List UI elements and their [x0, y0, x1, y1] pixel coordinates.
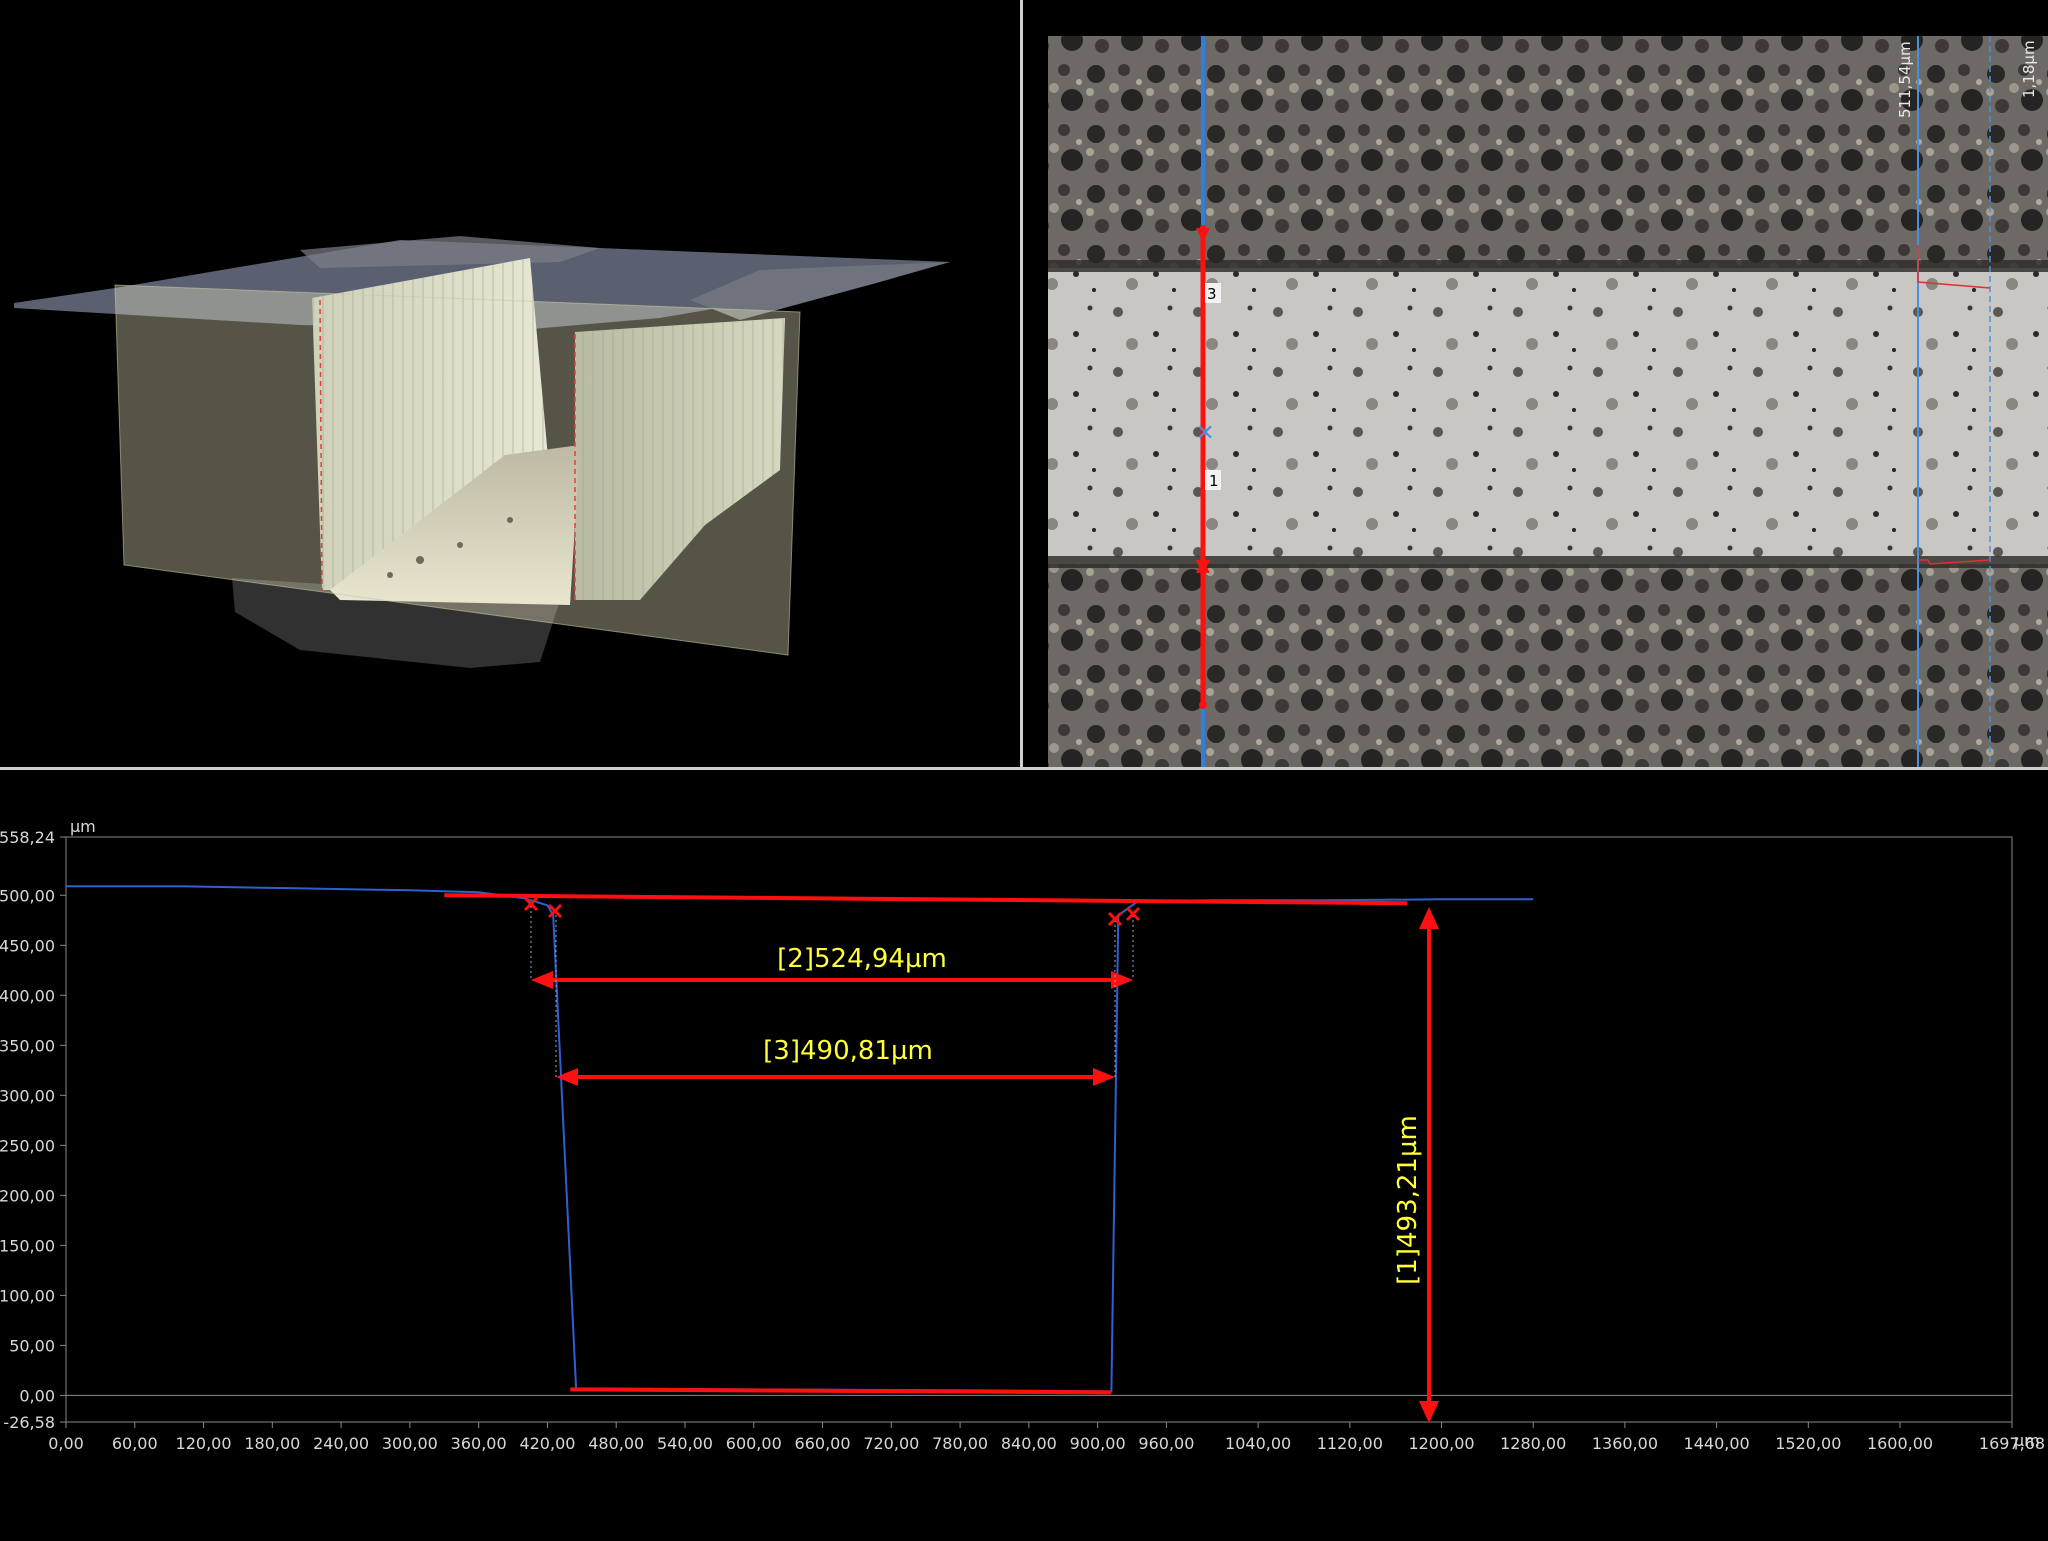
- measurement-2-arrow-right: [1111, 971, 1133, 989]
- measurement-annotations: [444, 893, 1439, 1423]
- side-label-1: 511,54µm: [1896, 41, 1914, 118]
- measurement-3-label: [3]490,81µm: [763, 1036, 933, 1066]
- x-tick-label: 720,00: [863, 1434, 919, 1453]
- x-tick-label: 1200,00: [1408, 1434, 1474, 1453]
- x-tick-label: 1360,00: [1592, 1434, 1658, 1453]
- top-reference-line: [444, 893, 1408, 906]
- measurement-1-label: [1]493,21µm: [1393, 1115, 1423, 1285]
- measurement-2-arrow-left: [531, 971, 553, 989]
- x-tick-label: 120,00: [176, 1434, 232, 1453]
- x-tick-label: 1600,00: [1867, 1434, 1933, 1453]
- y-tick-label: 100,00: [0, 1286, 55, 1305]
- y-tick-label: 200,00: [0, 1186, 55, 1205]
- x-tick-label: 360,00: [451, 1434, 507, 1453]
- x-tick-label: 1040,00: [1225, 1434, 1291, 1453]
- y-tick-label: 500,00: [0, 886, 55, 905]
- y-tick-label: 150,00: [0, 1236, 55, 1255]
- x-tick-label: 300,00: [382, 1434, 438, 1453]
- x-tick-label: 840,00: [1001, 1434, 1057, 1453]
- svg-text:1: 1: [1209, 472, 1219, 490]
- x-tick-label: 780,00: [932, 1434, 988, 1453]
- side-label-2: 1,18µm: [2020, 40, 2038, 98]
- 3d-surface-view[interactable]: [0, 0, 1020, 768]
- micrograph-view[interactable]: ✕ 3 1 511,54µm 1,18µm: [1024, 0, 2048, 768]
- x-tick-label: 1520,00: [1775, 1434, 1841, 1453]
- measurement-2-label: [2]524,94µm: [777, 944, 947, 974]
- x-tick-label: 1697,68: [1979, 1434, 2045, 1453]
- plot-frame: [65, 836, 2013, 1423]
- y-tick-label: 558,24: [0, 828, 55, 847]
- y-tick-label: 450,00: [0, 936, 55, 955]
- measurement-3-arrow-left: [556, 1068, 578, 1086]
- y-tick-label: 300,00: [0, 1086, 55, 1105]
- x-tick-label: 480,00: [588, 1434, 644, 1453]
- x-tick-label: 0,00: [48, 1434, 84, 1453]
- profile-chart-panel[interactable]: µm µm 558,24 500,00 450,00 400,00 350,00 300,…: [0, 770, 2048, 1536]
- x-tick-label: 600,00: [726, 1434, 782, 1453]
- x-tick-label: 900,00: [1070, 1434, 1126, 1453]
- x-tick-label: 660,00: [795, 1434, 851, 1453]
- x-tick-label: 540,00: [657, 1434, 713, 1453]
- micrograph-image: ✕ 3 1 511,54µm 1,18µm: [1048, 36, 2048, 768]
- 3d-trench-render: [14, 236, 950, 668]
- measurement-1-arrow-top: [1419, 907, 1439, 929]
- x-tick-label: 960,00: [1138, 1434, 1194, 1453]
- x-tick-label: 420,00: [519, 1434, 575, 1453]
- measurement-1-arrow-bottom: [1419, 1401, 1439, 1423]
- panel-divider-vertical[interactable]: [1020, 0, 1023, 770]
- marker-label-1: 1: [1205, 470, 1221, 490]
- marker-label-3: 3: [1205, 283, 1221, 303]
- x-tick-label: 60,00: [112, 1434, 158, 1453]
- y-tick-label: 0,00: [19, 1386, 55, 1405]
- x-tick-label: 180,00: [244, 1434, 300, 1453]
- x-tick-label: 240,00: [313, 1434, 369, 1453]
- x-tick-label: 1280,00: [1500, 1434, 1566, 1453]
- profile-chart: µm µm 558,24500,00450,00400,00350,00300,…: [0, 817, 2045, 1453]
- y-tick-label: 50,00: [9, 1336, 55, 1355]
- x-tick-label: 1120,00: [1317, 1434, 1383, 1453]
- x-tick-label: 1440,00: [1684, 1434, 1750, 1453]
- y-tick-label: 400,00: [0, 986, 55, 1005]
- svg-text:✕: ✕: [1196, 421, 1214, 446]
- y-tick-label: 350,00: [0, 1036, 55, 1055]
- y-tick-label: -26,58: [3, 1413, 55, 1432]
- svg-text:3: 3: [1207, 285, 1217, 303]
- measurement-3-arrow-right: [1093, 1068, 1115, 1086]
- y-unit-label: µm: [70, 817, 96, 836]
- y-tick-label: 250,00: [0, 1136, 55, 1155]
